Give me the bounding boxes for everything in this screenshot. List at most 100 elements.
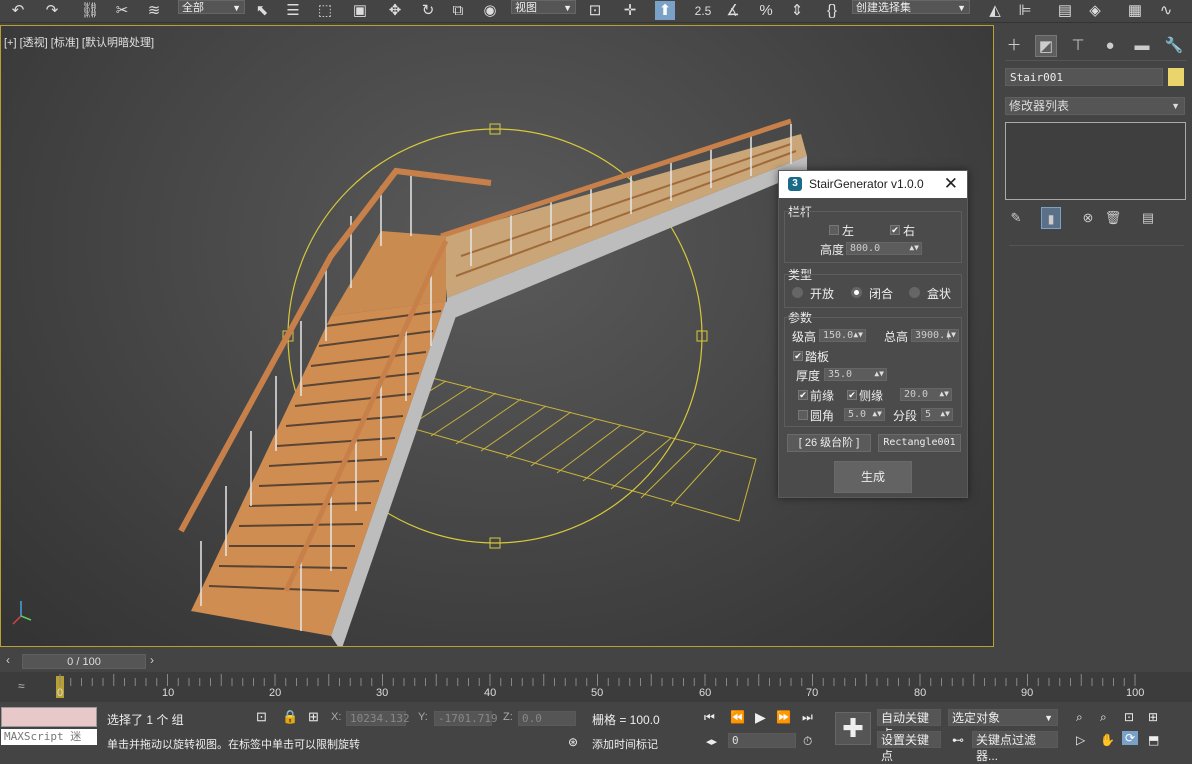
hierarchy-tab-icon[interactable]: ⊤: [1067, 35, 1089, 57]
fillet-spinner[interactable]: 5.0 ▲▼: [844, 408, 885, 421]
window-crossing-icon[interactable]: ▣: [350, 1, 370, 20]
curve-editor-icon[interactable]: ∿: [1156, 1, 1176, 20]
remove-modifier-icon[interactable]: 🗑: [1102, 207, 1124, 229]
spinner-snap-icon[interactable]: ⇕: [787, 1, 807, 20]
dialog-titlebar[interactable]: 3 StairGenerator v1.0.0 ✕: [779, 171, 967, 198]
redo-icon[interactable]: ↷: [42, 1, 62, 20]
isolate-selection-icon[interactable]: ⊡: [256, 709, 267, 725]
zoom-all-icon[interactable]: ⌕: [1100, 710, 1107, 725]
fillet-checkbox[interactable]: [798, 410, 808, 420]
select-object-icon[interactable]: ⬉: [252, 1, 272, 20]
pin-stack-icon[interactable]: ✎: [1005, 207, 1027, 229]
add-time-tag[interactable]: 添加时间标记: [592, 736, 658, 752]
stair-generator-dialog: 3 StairGenerator v1.0.0 ✕ 栏杆 左 ✔ 右 高度 80…: [778, 170, 968, 498]
auto-key-button[interactable]: 自动关键点: [877, 709, 941, 741]
key-mode-icon[interactable]: ◂▸: [706, 735, 717, 748]
radio-open[interactable]: [792, 287, 803, 298]
path-pick-button[interactable]: Rectangle001: [878, 434, 961, 452]
y-coordinate-field[interactable]: -1701.719: [434, 711, 498, 726]
modifier-stack[interactable]: [1005, 122, 1186, 200]
time-slider[interactable]: 0 / 100: [22, 654, 146, 669]
nosing-checkbox[interactable]: ✔: [798, 390, 808, 400]
select-manipulate-icon[interactable]: ✛: [620, 1, 640, 20]
configure-modifier-sets-icon[interactable]: ▤: [1137, 207, 1159, 229]
link-icon[interactable]: ⛓: [80, 1, 100, 20]
modify-tab-icon[interactable]: ◩: [1035, 35, 1057, 57]
edit-named-selection-icon[interactable]: {}: [822, 1, 842, 20]
pivot-center-icon[interactable]: ⊡: [585, 1, 605, 20]
railing-height-spinner[interactable]: 800.0 ▲▼: [846, 242, 922, 255]
snap-toggle-icon[interactable]: 2.5: [690, 1, 716, 20]
percent-snap-icon[interactable]: %: [756, 1, 776, 20]
radio-box[interactable]: [909, 287, 920, 298]
select-by-name-icon[interactable]: ☰: [283, 1, 303, 20]
selection-lock-icon[interactable]: 🔒: [282, 709, 298, 725]
key-set-dropdown[interactable]: 选定对象 ▼: [948, 709, 1058, 726]
rotate-icon[interactable]: ↻: [418, 1, 438, 20]
next-frame-icon[interactable]: ›: [150, 653, 154, 667]
key-filters-button[interactable]: 关键点过滤器...: [972, 731, 1058, 763]
align-icon[interactable]: ⊫: [1015, 1, 1035, 20]
right-railing-checkbox[interactable]: ✔: [890, 225, 900, 235]
unlink-icon[interactable]: ✂: [112, 1, 132, 20]
left-railing-checkbox[interactable]: [829, 225, 839, 235]
command-panel: ＋ ◩ ⊤ ● ▬ 🔧 ✎ ▮ ⊗ 🗑 ▤: [997, 25, 1192, 647]
motion-tab-icon[interactable]: ●: [1099, 35, 1121, 57]
bind-space-warp-icon[interactable]: ≋: [144, 1, 164, 20]
prev-frame-icon[interactable]: ‹: [6, 653, 10, 667]
tread-label: 踏板: [805, 350, 830, 364]
zoom-extents-icon[interactable]: ⊡: [1124, 710, 1134, 724]
maxscript-mini-listener[interactable]: MAXScript 迷: [1, 729, 97, 745]
move-icon[interactable]: ✥: [385, 1, 405, 20]
layer-explorer-icon[interactable]: ▤: [1055, 1, 1075, 20]
undo-icon[interactable]: ↶: [8, 1, 28, 20]
named-selection-dropdown[interactable]: 创建选择集 ▼: [852, 0, 970, 14]
zoom-icon[interactable]: ⌕: [1076, 710, 1083, 725]
object-name-field[interactable]: Stair001: [1005, 68, 1163, 86]
object-color-swatch[interactable]: [1168, 68, 1184, 86]
create-tab-icon[interactable]: ＋: [1003, 35, 1025, 57]
make-unique-icon[interactable]: ⊗: [1077, 207, 1099, 229]
current-frame-field[interactable]: 0: [728, 733, 796, 748]
layers-icon[interactable]: ◈: [1085, 1, 1105, 20]
rectangular-selection-icon[interactable]: ⬚: [315, 1, 335, 20]
time-tag-icon[interactable]: ⊛: [568, 735, 578, 749]
z-coordinate-field[interactable]: 0.0: [518, 711, 576, 726]
display-tab-icon[interactable]: ▬: [1131, 35, 1153, 57]
keyboard-shortcut-override-icon[interactable]: ⬆: [655, 1, 675, 20]
total-height-spinner[interactable]: 3900.(▲▼: [911, 329, 959, 342]
prev-key-icon[interactable]: ⏪: [730, 710, 745, 724]
reference-coord-dropdown[interactable]: 视图 ▼: [511, 0, 576, 14]
orbit-icon[interactable]: ⟳: [1122, 731, 1139, 745]
next-key-icon[interactable]: ⏩: [776, 710, 791, 724]
absolute-mode-icon[interactable]: ⊞: [308, 709, 319, 725]
side-checkbox[interactable]: ✔: [847, 390, 857, 400]
step-height-spinner[interactable]: 150.0 ▲▼: [819, 329, 866, 342]
modifier-list-dropdown[interactable]: 修改器列表 ▼: [1005, 97, 1185, 115]
thickness-spinner[interactable]: 35.0 ▲▼: [824, 368, 887, 381]
zoom-extents-all-icon[interactable]: ⊞: [1148, 710, 1158, 724]
ribbon-toggle-icon[interactable]: ▦: [1125, 1, 1145, 20]
radio-closed[interactable]: [851, 287, 862, 298]
goto-end-icon[interactable]: ⏭: [802, 710, 813, 725]
utilities-tab-icon[interactable]: 🔧: [1163, 35, 1185, 57]
segments-spinner[interactable]: 5 ▲▼: [921, 408, 953, 421]
play-icon[interactable]: ▶: [755, 709, 766, 726]
mirror-icon[interactable]: ◭: [985, 1, 1005, 20]
x-coordinate-field[interactable]: 10234.132: [346, 711, 410, 726]
set-key-mode-button[interactable]: 设置关键点: [877, 731, 941, 763]
selection-filter-dropdown[interactable]: 全部 ▼: [178, 0, 245, 14]
show-end-result-icon[interactable]: ▮: [1041, 207, 1061, 229]
placement-icon[interactable]: ◉: [480, 1, 500, 20]
close-icon[interactable]: ✕: [944, 174, 958, 194]
angle-snap-icon[interactable]: ∡: [723, 1, 743, 20]
generate-button[interactable]: 生成: [834, 461, 912, 493]
goto-start-icon[interactable]: ⏮: [704, 710, 715, 725]
side-spinner[interactable]: 20.0 ▲▼: [900, 388, 952, 401]
set-key-big-button[interactable]: ✚: [835, 712, 871, 745]
maxscript-listener-input[interactable]: [1, 707, 97, 727]
tread-checkbox[interactable]: ✔: [793, 351, 803, 361]
time-config-icon[interactable]: ⏱: [803, 734, 812, 749]
scale-icon[interactable]: ⧉: [448, 1, 468, 20]
step-count-button[interactable]: [ 26 级台阶 ]: [787, 434, 871, 452]
